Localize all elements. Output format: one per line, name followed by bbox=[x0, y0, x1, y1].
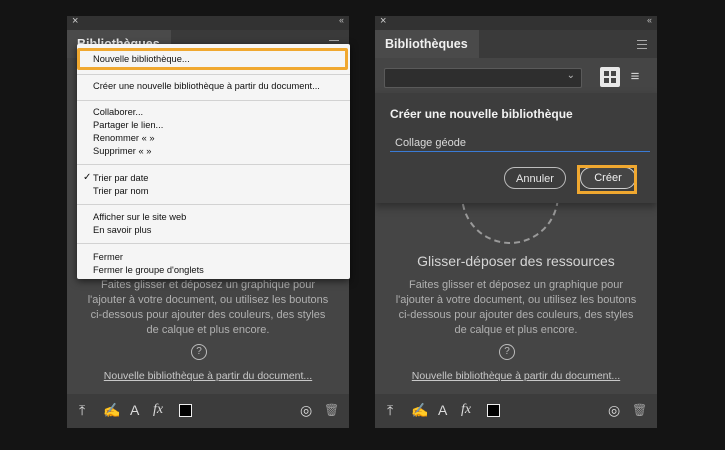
collapse-icon[interactable]: ‹‹ bbox=[647, 16, 652, 25]
menu-item-close[interactable]: Fermer bbox=[93, 252, 123, 262]
grid-view-icon[interactable] bbox=[600, 67, 620, 87]
libraries-panel-right: × ‹‹ Bibliothèques ⌄ ≡ Glisser-déposer d… bbox=[375, 16, 657, 428]
menu-item-share-link[interactable]: Partager le lien... bbox=[93, 120, 163, 130]
menu-item-sort-by-name[interactable]: Trier par nom bbox=[93, 186, 148, 196]
trash-icon[interactable]: 🗑 bbox=[632, 402, 647, 418]
close-icon[interactable]: × bbox=[72, 16, 78, 27]
checkmark-icon: ✓ bbox=[83, 172, 92, 183]
close-icon[interactable]: × bbox=[380, 16, 386, 27]
list-view-icon[interactable]: ≡ bbox=[625, 68, 645, 86]
panel-menu-icon[interactable] bbox=[637, 40, 647, 49]
panel-footer: ⤒ ✍ A fx ◎ 🗑 bbox=[67, 394, 349, 428]
layer-style-icon[interactable]: fx bbox=[153, 402, 163, 418]
brush-icon[interactable]: ✍ bbox=[103, 402, 120, 418]
menu-item-delete[interactable]: Supprimer « » bbox=[93, 146, 151, 156]
help-icon[interactable]: ? bbox=[191, 344, 207, 360]
menu-separator bbox=[77, 204, 350, 205]
menu-item-learn-more[interactable]: En savoir plus bbox=[93, 225, 151, 235]
library-select[interactable]: ⌄ bbox=[384, 68, 582, 88]
new-library-from-document-link[interactable]: Nouvelle bibliothèque à partir du docume… bbox=[375, 370, 657, 382]
menu-item-rename[interactable]: Renommer « » bbox=[93, 133, 155, 143]
library-name-input[interactable] bbox=[390, 135, 650, 152]
tab-label: Bibliothèques bbox=[385, 37, 468, 51]
color-swatch-icon[interactable] bbox=[179, 404, 192, 417]
color-swatch-icon[interactable] bbox=[487, 404, 500, 417]
creative-cloud-icon[interactable]: ◎ bbox=[300, 402, 312, 418]
help-icon[interactable]: ? bbox=[499, 344, 515, 360]
panel-footer: ⤒ ✍ A fx ◎ 🗑 bbox=[375, 394, 657, 428]
tab-libraries[interactable]: Bibliothèques bbox=[375, 30, 479, 58]
highlight-new-library bbox=[77, 48, 348, 70]
menu-item-view-on-website[interactable]: Afficher sur le site web bbox=[93, 212, 186, 222]
menu-item-sort-by-date[interactable]: Trier par date bbox=[93, 173, 148, 183]
drop-title: Glisser-déposer des ressources bbox=[417, 253, 615, 269]
dialog-title: Créer une nouvelle bibliothèque bbox=[390, 107, 573, 121]
panel-title-bar: × ‹‹ bbox=[375, 16, 657, 30]
menu-item-collaborate[interactable]: Collaborer... bbox=[93, 107, 143, 117]
upload-icon[interactable]: ⤒ bbox=[79, 402, 85, 418]
panel-title-bar: × ‹‹ bbox=[67, 16, 349, 30]
text-style-icon[interactable]: A bbox=[130, 402, 139, 418]
collapse-icon[interactable]: ‹‹ bbox=[339, 16, 344, 25]
menu-separator bbox=[77, 164, 350, 165]
menu-item-close-tab-group[interactable]: Fermer le groupe d'onglets bbox=[93, 265, 204, 275]
trash-icon[interactable]: 🗑 bbox=[324, 402, 339, 418]
new-library-from-document-link[interactable]: Nouvelle bibliothèque à partir du docume… bbox=[67, 370, 349, 382]
highlight-create-button bbox=[577, 165, 637, 194]
drop-description: Faites glisser et déposez un graphique p… bbox=[395, 279, 637, 336]
brush-icon[interactable]: ✍ bbox=[411, 402, 428, 418]
menu-separator bbox=[77, 243, 350, 244]
menu-separator bbox=[77, 74, 350, 75]
panel-flyout-menu: Nouvelle bibliothèque... Créer une nouve… bbox=[77, 44, 350, 279]
text-style-icon[interactable]: A bbox=[438, 402, 447, 418]
upload-icon[interactable]: ⤒ bbox=[387, 402, 393, 418]
chevron-down-icon: ⌄ bbox=[566, 70, 575, 81]
menu-item-create-from-document[interactable]: Créer une nouvelle bibliothèque à partir… bbox=[93, 81, 320, 91]
cancel-button[interactable]: Annuler bbox=[504, 167, 566, 189]
creative-cloud-icon[interactable]: ◎ bbox=[608, 402, 620, 418]
drop-description: Faites glisser et déposez un graphique p… bbox=[87, 279, 329, 336]
layer-style-icon[interactable]: fx bbox=[461, 402, 471, 418]
menu-separator bbox=[77, 100, 350, 101]
tab-bar: Bibliothèques bbox=[375, 30, 657, 58]
